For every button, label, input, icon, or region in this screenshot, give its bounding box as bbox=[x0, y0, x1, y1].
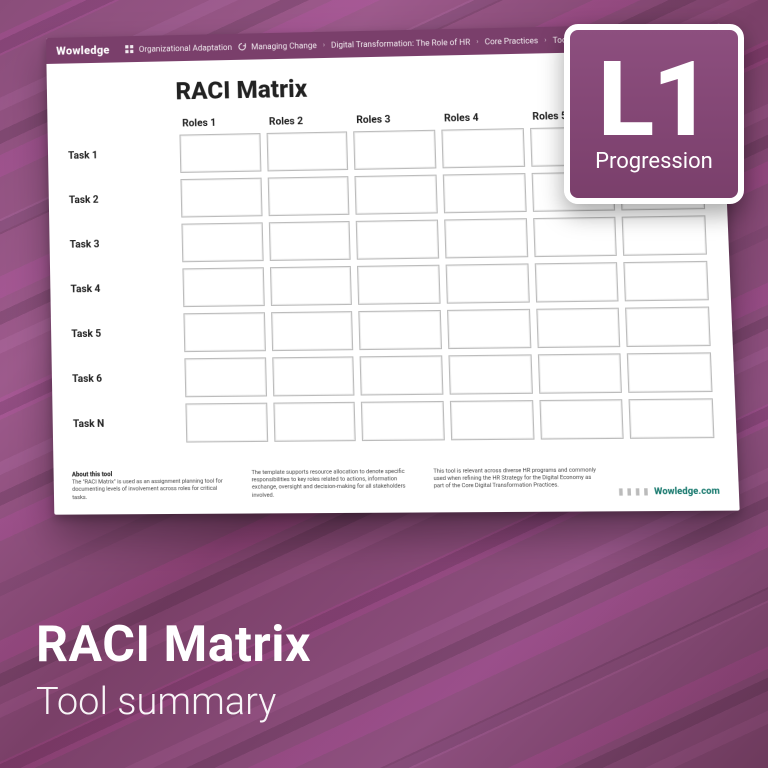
matrix-cell bbox=[271, 311, 354, 351]
column-header: Roles 4 bbox=[438, 108, 527, 127]
row-header: Task 6 bbox=[70, 355, 183, 401]
grid-icon bbox=[126, 45, 134, 53]
column-header: Roles 1 bbox=[176, 113, 263, 132]
matrix-cell bbox=[359, 310, 442, 350]
matrix-cell bbox=[624, 261, 709, 302]
matrix-cell bbox=[272, 356, 355, 396]
matrix-cell bbox=[270, 266, 353, 306]
matrix-cell bbox=[182, 267, 264, 307]
matrix-cell bbox=[447, 309, 531, 349]
matrix-corner bbox=[65, 111, 176, 133]
matrix-cell bbox=[361, 401, 445, 441]
row-header: Task 2 bbox=[67, 176, 179, 222]
promo-card: Wowledge Organizational Adaptation Manag… bbox=[0, 0, 768, 768]
matrix-cell bbox=[450, 400, 534, 440]
crumb-3-label: Core Practices bbox=[485, 36, 539, 46]
matrix-cell bbox=[622, 215, 707, 256]
matrix-cell bbox=[268, 221, 351, 261]
matrix-cell bbox=[448, 354, 532, 394]
row-header: Task 4 bbox=[68, 265, 180, 311]
footer-brand-site: Wowledge.com bbox=[654, 486, 720, 497]
matrix-cell bbox=[360, 355, 444, 395]
matrix-cell bbox=[184, 357, 266, 397]
matrix-cell bbox=[539, 399, 624, 439]
matrix-cell bbox=[629, 398, 715, 439]
footer-col-1-body: The "RACI Matrix" is used as an assignme… bbox=[72, 478, 223, 501]
sheet-footer: About this tool The "RACI Matrix" is use… bbox=[53, 460, 739, 515]
caption-title: RACI Matrix bbox=[36, 616, 311, 674]
matrix-cell bbox=[183, 312, 265, 352]
crumb-0: Organizational Adaptation bbox=[126, 42, 232, 53]
caption: RACI Matrix Tool summary bbox=[36, 616, 311, 724]
refresh-icon bbox=[238, 42, 246, 50]
matrix-cell bbox=[181, 222, 263, 262]
matrix-cell bbox=[356, 220, 439, 260]
column-header: Roles 2 bbox=[263, 111, 351, 130]
row-header: Task 1 bbox=[66, 132, 178, 178]
matrix-cell bbox=[354, 130, 437, 170]
matrix-cell bbox=[627, 352, 712, 393]
footer-col-2: The template supports resource allocatio… bbox=[251, 468, 415, 501]
matrix-cell bbox=[267, 176, 349, 216]
matrix-cell bbox=[444, 218, 528, 258]
crumb-2-label: Digital Transformation: The Role of HR bbox=[331, 37, 470, 49]
level-badge-label: Progression bbox=[595, 149, 713, 174]
matrix-cell bbox=[441, 128, 524, 168]
row-header: Task 5 bbox=[69, 310, 181, 356]
matrix-cell bbox=[273, 402, 356, 442]
crumb-0-label: Organizational Adaptation bbox=[139, 42, 232, 53]
matrix-cell bbox=[357, 265, 440, 305]
matrix-cell bbox=[538, 353, 623, 393]
crumb-1: Managing Change bbox=[238, 41, 317, 52]
footer-col-3: This tool is relevant across diverse HR … bbox=[433, 467, 599, 500]
footer-col-2-body: The template supports resource allocatio… bbox=[251, 468, 405, 498]
matrix-cell bbox=[443, 173, 527, 213]
chevron-right-icon: › bbox=[544, 36, 546, 44]
level-badge-code: L1 bbox=[598, 54, 710, 148]
matrix-cell bbox=[536, 308, 621, 348]
footer-col-1: About this tool The "RACI Matrix" is use… bbox=[72, 470, 234, 502]
matrix-cell bbox=[625, 307, 710, 348]
footer-brand: ▮▮▮▮ Wowledge.com bbox=[618, 485, 720, 498]
matrix-cell bbox=[446, 263, 530, 303]
row-header: Task N bbox=[71, 400, 184, 446]
matrix-cell bbox=[266, 131, 348, 171]
matrix-cell bbox=[185, 403, 267, 443]
crumb-1-label: Managing Change bbox=[251, 41, 317, 51]
matrix-cell bbox=[355, 175, 438, 215]
level-badge: L1 Progression bbox=[564, 24, 744, 204]
matrix-cell bbox=[180, 178, 262, 218]
column-header: Roles 3 bbox=[350, 109, 438, 128]
chevron-right-icon: › bbox=[476, 37, 478, 45]
matrix-cell bbox=[179, 133, 261, 173]
row-header: Task 3 bbox=[67, 221, 179, 267]
caption-subtitle: Tool summary bbox=[36, 680, 311, 724]
matrix-cell bbox=[533, 217, 617, 257]
matrix-cell bbox=[534, 262, 619, 302]
footer-col-3-body: This tool is relevant across diverse HR … bbox=[433, 467, 596, 490]
chevron-right-icon: › bbox=[323, 41, 325, 49]
brand-logo-text: Wowledge bbox=[56, 43, 110, 57]
